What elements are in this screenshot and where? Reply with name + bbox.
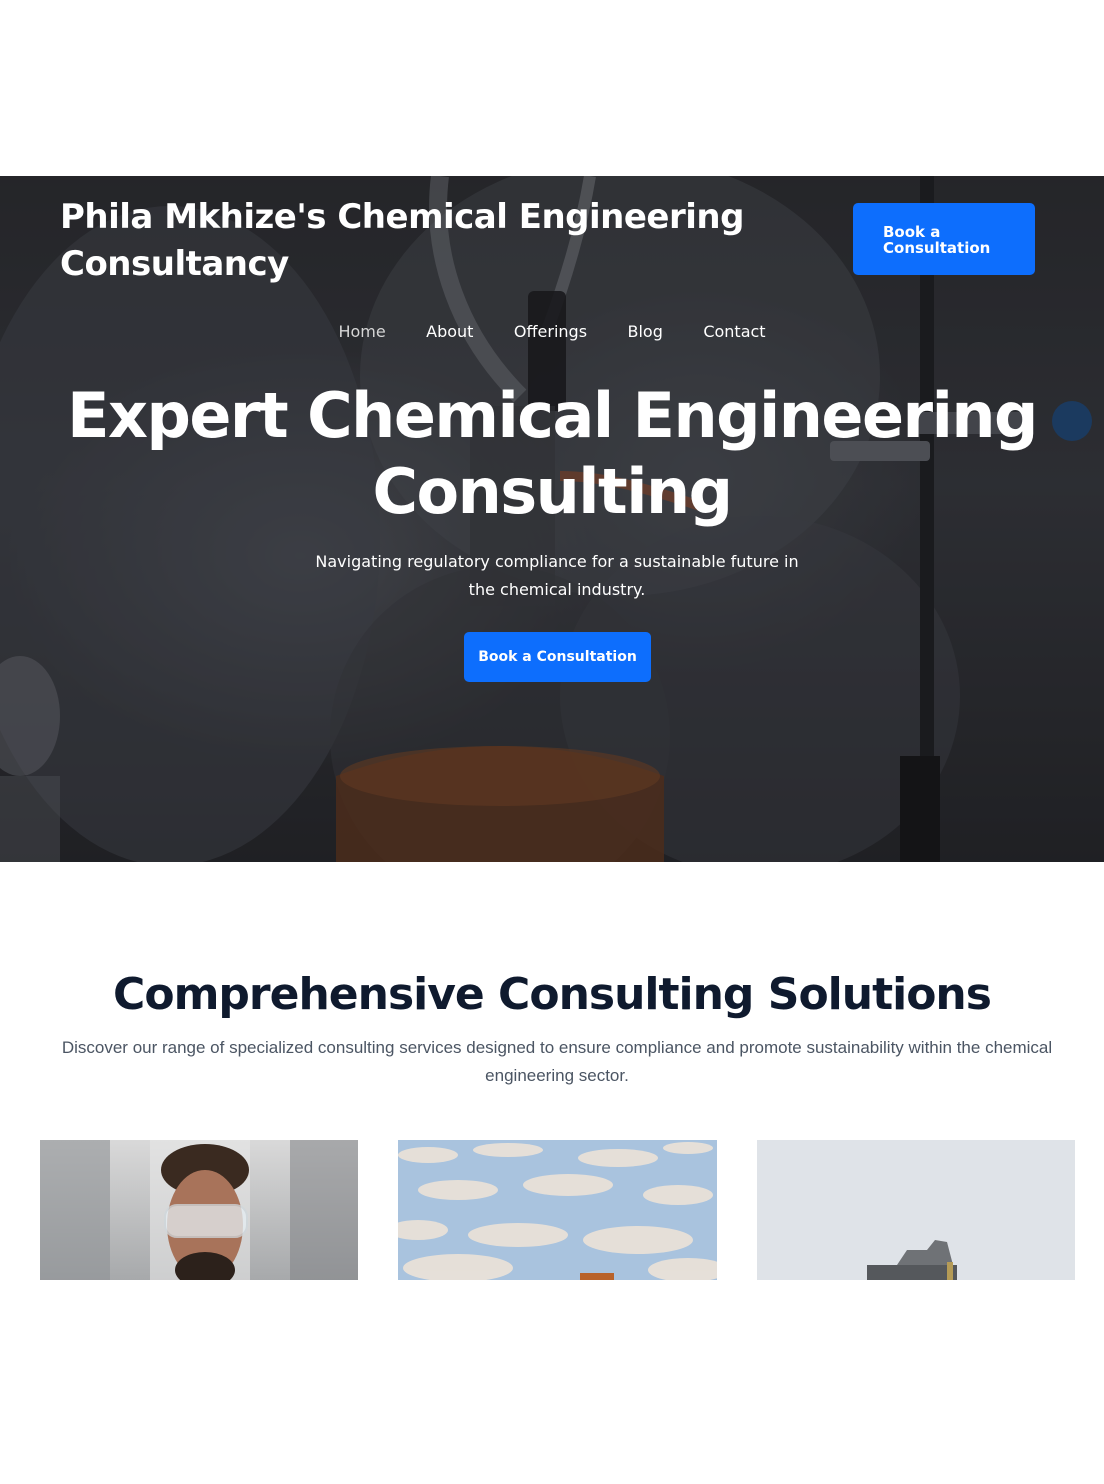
service-card-image-engineer[interactable] — [40, 1140, 358, 1280]
engineer-photo — [40, 1140, 358, 1280]
nav-item-contact[interactable]: Contact — [703, 322, 765, 341]
book-consultation-hero-button[interactable]: Book a Consultation — [464, 632, 651, 682]
nav-item-about[interactable]: About — [426, 322, 473, 341]
nav-item-home[interactable]: Home — [338, 322, 385, 341]
main-nav: Home About Offerings Blog Contact — [0, 322, 1104, 342]
book-consultation-header-button[interactable]: Book a Consultation — [853, 203, 1035, 275]
factory-photo — [757, 1140, 1075, 1280]
hero-title: Expert Chemical Engineering Consulting — [67, 379, 1038, 528]
industrial-sky-photo — [398, 1140, 717, 1280]
nav-item-offerings[interactable]: Offerings — [514, 322, 587, 341]
solutions-title: Comprehensive Consulting Solutions — [113, 969, 992, 1020]
hero-section: Phila Mkhize's Chemical Engineering Cons… — [0, 176, 1104, 862]
service-card-image-factory[interactable] — [757, 1140, 1075, 1280]
brand-title[interactable]: Phila Mkhize's Chemical Engineering Cons… — [60, 194, 760, 288]
nav-item-blog[interactable]: Blog — [627, 322, 662, 341]
solutions-subtitle: Discover our range of specialized consul… — [61, 1038, 1053, 1085]
service-card-image-sky[interactable] — [398, 1140, 717, 1280]
hero-subtitle: Navigating regulatory compliance for a s… — [315, 552, 799, 599]
